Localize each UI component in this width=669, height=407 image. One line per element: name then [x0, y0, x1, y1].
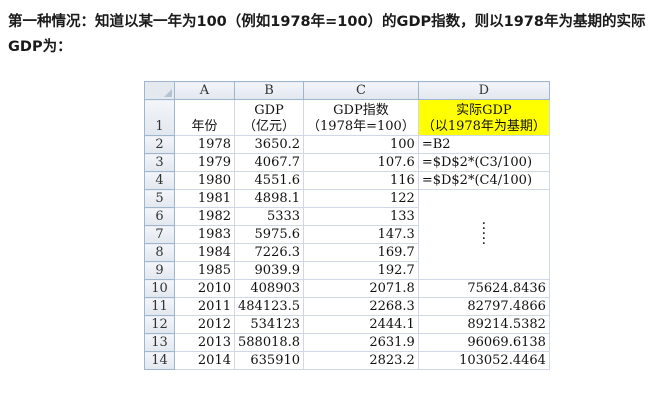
cell-year[interactable]: 2011	[174, 297, 235, 316]
cell-index[interactable]: 2631.9	[303, 333, 419, 352]
row-header[interactable]: 6	[144, 207, 175, 226]
row-header[interactable]: 5	[144, 189, 175, 208]
real-gdp-header-line2: （以1978年为基期）	[421, 119, 546, 134]
instruction-text: 第一种情况：知道以某一年为100（例如1978年=100）的GDP指数，则以19…	[8, 14, 646, 55]
cell-year[interactable]: 2014	[174, 351, 235, 370]
cell-year[interactable]: 1982	[174, 207, 235, 226]
gdp-header-line1: GDP	[254, 103, 284, 118]
gdp-header-line2: （亿元）	[243, 119, 296, 134]
vertical-ellipsis-icon: · · · · ·	[481, 216, 487, 252]
column-header-b[interactable]: B	[233, 81, 305, 100]
cell-year[interactable]: 1985	[174, 261, 235, 280]
table-row: 1 年份 GDP （亿元） GDP指数 （1978年=100） 实际GDP （以197…	[144, 99, 550, 136]
cell-real-gdp[interactable]: 82797.4866	[417, 297, 550, 316]
cell-real-gdp[interactable]: 75624.8436	[417, 279, 550, 298]
cell-index[interactable]: 116	[303, 171, 419, 190]
cell-index[interactable]: 169.7	[303, 243, 419, 262]
cell-gdp[interactable]: 484123.5	[233, 297, 305, 316]
cell-gdp[interactable]: 3650.2	[233, 135, 305, 154]
cell-gdp[interactable]: 5975.6	[233, 225, 305, 244]
table-row: 2 1978 3650.2 100 =B2	[144, 135, 550, 154]
cell-gdp[interactable]: 7226.3	[233, 243, 305, 262]
cell-gdp[interactable]: 534123	[233, 315, 305, 334]
row-header[interactable]: 8	[144, 243, 175, 262]
cell-year[interactable]: 1978	[174, 135, 235, 154]
real-gdp-header-line1: 实际GDP	[456, 103, 512, 118]
row-header[interactable]: 2	[144, 135, 175, 154]
column-header-a[interactable]: A	[174, 81, 235, 100]
ellipsis-cell[interactable]: · · · · ·	[417, 189, 550, 280]
cell-gdp[interactable]: 635910	[233, 351, 305, 370]
table-row: 5 1981 4898.1 122 · · · · ·	[144, 189, 550, 280]
table-row: 4 1980 4551.6 116 =$D$2*(C4/100)	[144, 171, 550, 190]
cell-index[interactable]: 2823.2	[303, 351, 419, 370]
cell-real-gdp[interactable]: 89214.5382	[417, 315, 550, 334]
cell-index-header[interactable]: GDP指数 （1978年=100）	[303, 99, 419, 136]
cell-real-gdp[interactable]: =B2	[417, 135, 550, 154]
cell-index[interactable]: 2268.3	[303, 297, 419, 316]
column-header-d[interactable]: D	[417, 81, 550, 100]
row-header[interactable]: 4	[144, 171, 175, 190]
table-row: 14 2014 635910 2823.2 103052.4464	[144, 351, 550, 370]
cell-gdp[interactable]: 588018.8	[233, 333, 305, 352]
cell-index[interactable]: 107.6	[303, 153, 419, 172]
spreadsheet-grid[interactable]: A B C D 1 年份 GDP （亿元） GDP指数 （1978年=100） 实际…	[144, 81, 550, 370]
cell-index[interactable]: 2071.8	[303, 279, 419, 298]
cell-index[interactable]: 122	[303, 189, 419, 208]
cell-index[interactable]: 2444.1	[303, 315, 419, 334]
cell-year-header[interactable]: 年份	[174, 99, 235, 136]
select-all-corner[interactable]	[144, 81, 175, 100]
cell-year[interactable]: 2010	[174, 279, 235, 298]
cell-gdp[interactable]: 4067.7	[233, 153, 305, 172]
cell-gdp[interactable]: 408903	[233, 279, 305, 298]
cell-year[interactable]: 2013	[174, 333, 235, 352]
cell-index[interactable]: 147.3	[303, 225, 419, 244]
row-header[interactable]: 13	[144, 333, 175, 352]
cell-real-gdp[interactable]: =$D$2*(C3/100)	[417, 153, 550, 172]
index-header-line1: GDP指数	[333, 103, 389, 118]
cell-gdp-header[interactable]: GDP （亿元）	[233, 99, 305, 136]
cell-year[interactable]: 1979	[174, 153, 235, 172]
cell-index[interactable]: 192.7	[303, 261, 419, 280]
table-row: 11 2011 484123.5 2268.3 82797.4866	[144, 297, 550, 316]
table-row: 12 2012 534123 2444.1 89214.5382	[144, 315, 550, 334]
table-row: 3 1979 4067.7 107.6 =$D$2*(C3/100)	[144, 153, 550, 172]
cell-year[interactable]: 1984	[174, 243, 235, 262]
cell-year[interactable]: 2012	[174, 315, 235, 334]
table-row: 10 2010 408903 2071.8 75624.8436	[144, 279, 550, 298]
table-row: 13 2013 588018.8 2631.9 96069.6138	[144, 333, 550, 352]
cell-gdp[interactable]: 9039.9	[233, 261, 305, 280]
cell-real-gdp[interactable]: 103052.4464	[417, 351, 550, 370]
cell-real-gdp[interactable]: =$D$2*(C4/100)	[417, 171, 550, 190]
row-header[interactable]: 14	[144, 351, 175, 370]
cell-real-gdp[interactable]: 96069.6138	[417, 333, 550, 352]
row-header[interactable]: 12	[144, 315, 175, 334]
column-header-c[interactable]: C	[303, 81, 419, 100]
cell-real-gdp-header[interactable]: 实际GDP （以1978年为基期）	[417, 99, 550, 136]
cell-year[interactable]: 1981	[174, 189, 235, 208]
cell-year[interactable]: 1980	[174, 171, 235, 190]
index-header-line2: （1978年=100）	[307, 119, 415, 134]
cell-index[interactable]: 100	[303, 135, 419, 154]
row-header[interactable]: 10	[144, 279, 175, 298]
cell-year[interactable]: 1983	[174, 225, 235, 244]
row-header[interactable]: 7	[144, 225, 175, 244]
cell-gdp[interactable]: 5333	[233, 207, 305, 226]
row-header[interactable]: 1	[144, 99, 175, 136]
cell-index[interactable]: 133	[303, 207, 419, 226]
cell-gdp[interactable]: 4898.1	[233, 189, 305, 208]
row-header[interactable]: 3	[144, 153, 175, 172]
row-header[interactable]: 11	[144, 297, 175, 316]
row-header[interactable]: 9	[144, 261, 175, 280]
column-header-row: A B C D	[144, 81, 550, 100]
cell-gdp[interactable]: 4551.6	[233, 171, 305, 190]
